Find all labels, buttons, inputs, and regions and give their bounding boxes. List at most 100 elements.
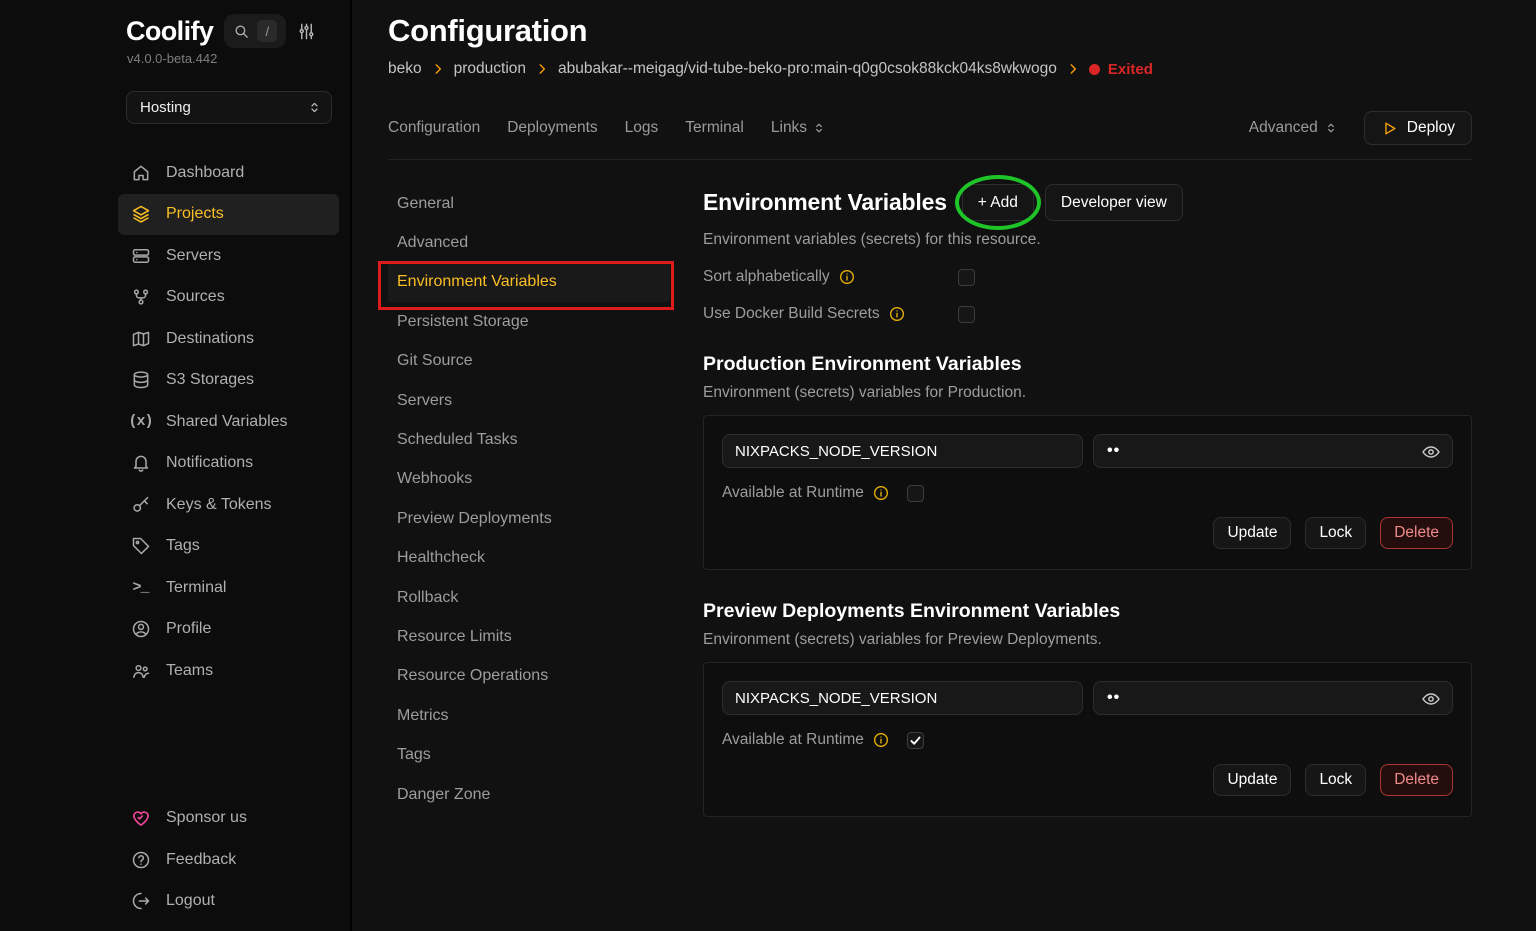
- tabs-right-group: Advanced Deploy: [1249, 111, 1472, 145]
- page-title: Configuration: [388, 13, 1472, 49]
- deploy-label: Deploy: [1407, 119, 1455, 137]
- chevron-right-icon: [1066, 62, 1080, 76]
- breadcrumb-resource[interactable]: abubakar--meigag/vid-tube-beko-pro:main-…: [558, 60, 1057, 78]
- submenu-item-preview-deployments[interactable]: Preview Deployments: [388, 499, 670, 538]
- team-selector-value: Hosting: [140, 99, 191, 116]
- developer-view-button[interactable]: Developer view: [1045, 184, 1183, 221]
- submenu-item-environment-variables[interactable]: Environment Variables: [388, 263, 670, 302]
- search-button[interactable]: /: [224, 14, 286, 48]
- sidebar-item-keys-tokens[interactable]: Keys & Tokens: [118, 484, 339, 526]
- sidebar-item-profile[interactable]: Profile: [118, 609, 339, 651]
- delete-button[interactable]: Delete: [1380, 517, 1453, 549]
- runtime-checkbox[interactable]: [907, 485, 924, 502]
- sidebar-item-sponsor[interactable]: Sponsor us: [118, 798, 339, 840]
- submenu-item-servers[interactable]: Servers: [388, 381, 670, 420]
- eye-icon[interactable]: [1421, 442, 1441, 462]
- sidebar-item-shared-variables[interactable]: (x) Shared Variables: [118, 401, 339, 443]
- submenu-item-resource-operations[interactable]: Resource Operations: [388, 657, 670, 696]
- submenu-item-persistent-storage[interactable]: Persistent Storage: [388, 302, 670, 341]
- app-version: v4.0.0-beta.442: [127, 51, 350, 66]
- sidebar-item-label: Teams: [166, 662, 213, 680]
- update-button[interactable]: Update: [1213, 517, 1291, 549]
- toggle-label: Sort alphabetically: [703, 268, 830, 286]
- production-section-description: Environment (secrets) variables for Prod…: [703, 384, 1472, 402]
- info-icon[interactable]: [889, 306, 905, 322]
- sidebar-footer: Sponsor us Feedback Logout: [118, 798, 339, 923]
- sidebar-item-s3-storages[interactable]: S3 Storages: [118, 360, 339, 402]
- git-fork-icon: [130, 287, 151, 307]
- sidebar-nav: Dashboard Projects Servers Sources Desti…: [118, 152, 339, 692]
- runtime-label: Available at Runtime: [722, 731, 864, 749]
- deploy-button[interactable]: Deploy: [1364, 111, 1472, 145]
- env-var-card-preview: •• Available at Runtime Update Lock: [703, 662, 1472, 817]
- breadcrumb-project[interactable]: beko: [388, 60, 422, 78]
- user-icon: [130, 619, 151, 639]
- sidebar-item-sources[interactable]: Sources: [118, 277, 339, 319]
- runtime-checkbox-checked[interactable]: [907, 732, 924, 749]
- key-icon: [130, 495, 151, 515]
- update-button[interactable]: Update: [1213, 764, 1291, 796]
- sidebar-item-dashboard[interactable]: Dashboard: [118, 152, 339, 194]
- terminal-icon: >_: [130, 579, 151, 596]
- submenu-item-scheduled-tasks[interactable]: Scheduled Tasks: [388, 420, 670, 459]
- submenu-item-danger-zone[interactable]: Danger Zone: [388, 775, 670, 814]
- add-button[interactable]: + Add: [962, 184, 1034, 221]
- info-icon[interactable]: [839, 269, 855, 285]
- docker-build-secrets-checkbox[interactable]: [958, 306, 975, 323]
- sort-alphabetically-checkbox[interactable]: [958, 269, 975, 286]
- submenu-item-advanced[interactable]: Advanced: [388, 223, 670, 262]
- runtime-row: Available at Runtime: [722, 731, 1453, 749]
- info-icon[interactable]: [873, 485, 889, 501]
- production-section-title: Production Environment Variables: [703, 353, 1472, 376]
- toggle-label: Use Docker Build Secrets: [703, 305, 880, 323]
- preview-section-description: Environment (secrets) variables for Prev…: [703, 631, 1472, 649]
- team-selector[interactable]: Hosting: [126, 91, 332, 124]
- sidebar-item-terminal[interactable]: >_ Terminal: [118, 567, 339, 609]
- env-var-key-input[interactable]: [722, 681, 1083, 715]
- submenu-item-tags[interactable]: Tags: [388, 735, 670, 774]
- sidebar-item-destinations[interactable]: Destinations: [118, 318, 339, 360]
- sidebar-item-label: Tags: [166, 537, 200, 555]
- sidebar-item-label: Sources: [166, 288, 225, 306]
- submenu-item-resource-limits[interactable]: Resource Limits: [388, 617, 670, 656]
- sidebar-item-label: Terminal: [166, 579, 226, 597]
- delete-button[interactable]: Delete: [1380, 764, 1453, 796]
- section-title: Environment Variables: [703, 189, 947, 216]
- tab-terminal[interactable]: Terminal: [685, 119, 744, 137]
- advanced-dropdown[interactable]: Advanced: [1249, 119, 1338, 137]
- env-var-value-field[interactable]: ••: [1093, 434, 1453, 468]
- sidebar-item-tags[interactable]: Tags: [118, 526, 339, 568]
- docker-build-secrets-row: Use Docker Build Secrets: [703, 305, 1472, 323]
- submenu-item-rollback[interactable]: Rollback: [388, 578, 670, 617]
- lock-button[interactable]: Lock: [1305, 764, 1366, 796]
- submenu-item-git-source[interactable]: Git Source: [388, 342, 670, 381]
- eye-icon[interactable]: [1421, 689, 1441, 709]
- sidebar-item-label: Projects: [166, 205, 224, 223]
- runtime-row: Available at Runtime: [722, 484, 1453, 502]
- search-shortcut-key: /: [257, 20, 277, 42]
- sidebar-item-notifications[interactable]: Notifications: [118, 443, 339, 485]
- breadcrumb-environment[interactable]: production: [454, 60, 526, 78]
- sidebar-item-feedback[interactable]: Feedback: [118, 839, 339, 881]
- sidebar-item-servers[interactable]: Servers: [118, 235, 339, 277]
- submenu-item-healthcheck[interactable]: Healthcheck: [388, 539, 670, 578]
- submenu-item-metrics[interactable]: Metrics: [388, 696, 670, 735]
- tab-logs[interactable]: Logs: [625, 119, 659, 137]
- sidebar-item-projects[interactable]: Projects: [118, 194, 339, 236]
- sidebar-item-label: Dashboard: [166, 164, 244, 182]
- tab-configuration[interactable]: Configuration: [388, 119, 480, 137]
- settings-sliders-icon[interactable]: [297, 22, 316, 41]
- check-icon: [909, 734, 922, 747]
- submenu-item-webhooks[interactable]: Webhooks: [388, 460, 670, 499]
- tab-deployments[interactable]: Deployments: [507, 119, 597, 137]
- info-icon[interactable]: [873, 732, 889, 748]
- tab-links-label: Links: [771, 119, 807, 137]
- sidebar-item-logout[interactable]: Logout: [118, 881, 339, 923]
- submenu-item-general[interactable]: General: [388, 184, 670, 223]
- sidebar-item-teams[interactable]: Teams: [118, 650, 339, 692]
- env-var-key-input[interactable]: [722, 434, 1083, 468]
- map-icon: [130, 329, 151, 349]
- env-var-value-field[interactable]: ••: [1093, 681, 1453, 715]
- tab-links[interactable]: Links: [771, 119, 826, 137]
- lock-button[interactable]: Lock: [1305, 517, 1366, 549]
